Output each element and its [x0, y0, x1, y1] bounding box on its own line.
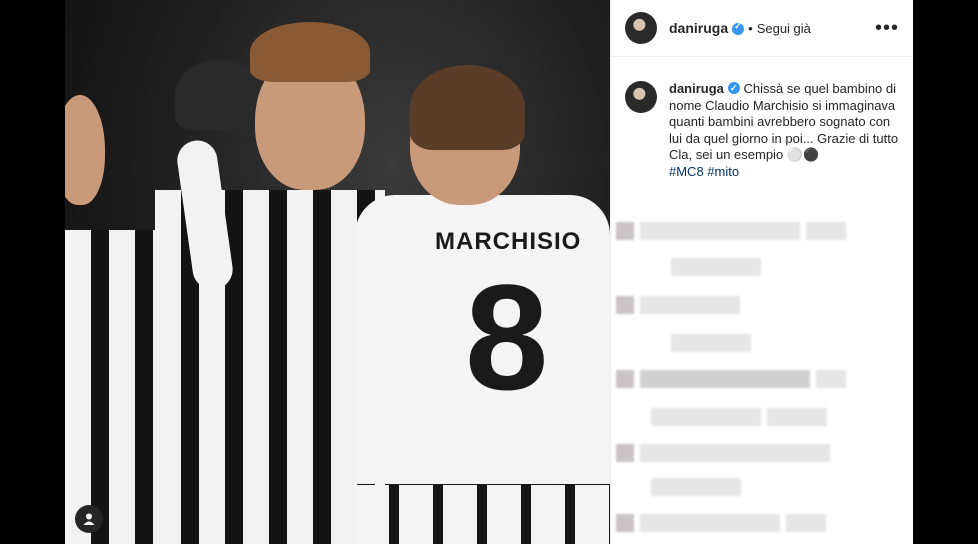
blurred-avatar	[616, 296, 634, 314]
blurred-text	[816, 370, 846, 388]
blurred-comment	[616, 444, 830, 462]
verified-icon	[732, 21, 745, 35]
player-front-hair	[410, 65, 525, 150]
blurred-text	[640, 370, 810, 388]
blurred-comment	[671, 334, 751, 352]
caption-text-block: daniruga Chissà se quel bambino di nome …	[669, 80, 899, 181]
caption-avatar[interactable]	[625, 81, 657, 113]
jersey-number: 8	[465, 253, 549, 421]
blurred-text	[640, 296, 740, 314]
blurred-comment	[616, 296, 740, 314]
blurred-comment	[671, 258, 761, 276]
caption-hashtags[interactable]: #MC8 #mito	[669, 164, 899, 181]
blurred-comment	[651, 408, 827, 426]
blurred-comment	[651, 478, 741, 496]
more-options-icon[interactable]: •••	[875, 18, 899, 38]
blurred-text	[786, 514, 826, 532]
jersey-name: MARCHISIO	[435, 228, 582, 255]
blurred-text	[671, 258, 761, 276]
blurred-text	[640, 222, 800, 240]
blurred-avatar	[616, 222, 634, 240]
caption-username[interactable]: daniruga	[669, 81, 724, 96]
blurred-text	[651, 408, 761, 426]
post-header: daniruga • Segui già •••	[611, 0, 913, 57]
blurred-comment	[616, 514, 826, 532]
blurred-text	[640, 444, 830, 462]
blurred-avatar	[616, 514, 634, 532]
blurred-text	[671, 334, 751, 352]
caption-verified-icon	[727, 80, 740, 97]
caption: daniruga Chissà se quel bambino di nome …	[611, 57, 913, 180]
blurred-avatar	[616, 370, 634, 388]
blurred-comment	[616, 222, 846, 240]
instagram-post: MARCHISIO 8 daniruga • Segui già ••• dan…	[65, 0, 913, 544]
follow-status-button[interactable]: Segui già	[757, 21, 811, 36]
post-sidebar: daniruga • Segui già ••• daniruga Chissà…	[610, 0, 913, 544]
blurred-text	[640, 514, 780, 532]
avatar[interactable]	[625, 12, 657, 44]
post-photo[interactable]: MARCHISIO 8	[65, 0, 610, 544]
blurred-avatar	[616, 444, 634, 462]
blurred-comment	[616, 370, 846, 388]
blurred-text	[806, 222, 846, 240]
player-middle-hair	[250, 22, 370, 82]
separator-dot: •	[748, 20, 753, 36]
user-tag-icon[interactable]	[75, 505, 103, 533]
blurred-text	[767, 408, 827, 426]
blurred-text	[651, 478, 741, 496]
username-link[interactable]: daniruga	[669, 20, 728, 36]
player-left-head	[65, 95, 105, 205]
